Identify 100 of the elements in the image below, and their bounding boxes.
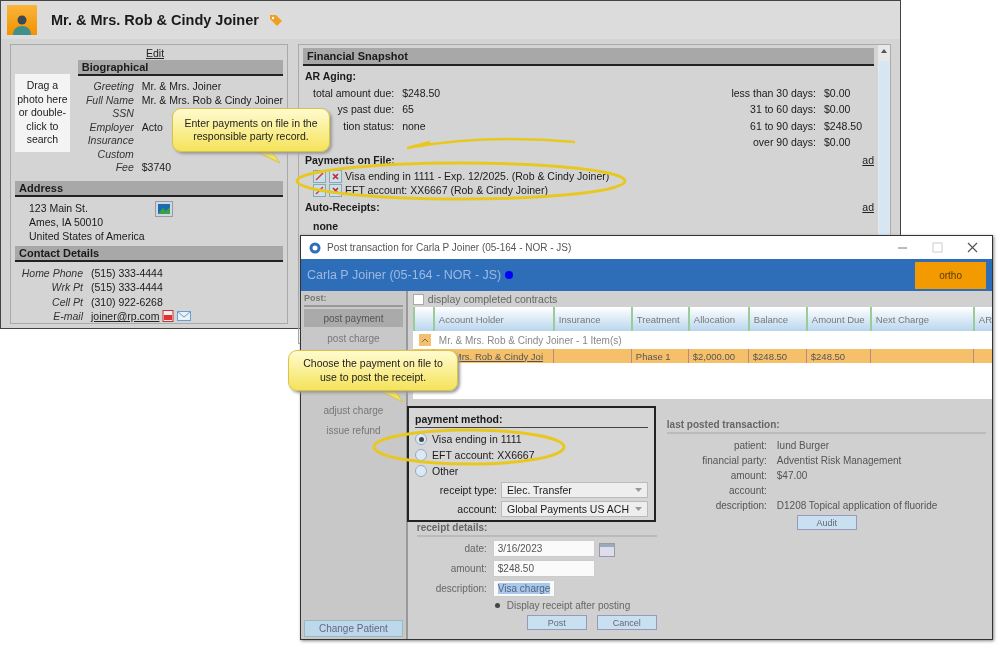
address-line: Ames, IA 50010 [29,214,105,229]
calendar-icon [598,540,615,557]
field-label: 31 to 60 days: [749,102,817,118]
radio-label: EFT account: XX6667 [432,449,535,461]
table-cell: $248.50 [752,350,788,362]
field-label: description: [714,499,767,513]
field-label: Fee [115,161,134,175]
field-label: financial party: [701,454,767,468]
field-label: over 90 days: [752,134,817,150]
email-icon [177,310,192,323]
section-heading: last posted transaction: [666,419,986,434]
field-label: less than 30 days: [731,86,817,101]
field-value: 65 [402,102,415,118]
radio-label: Visa ending in 1111 [432,433,522,445]
description-field[interactable]: Visa charge [492,580,556,597]
field-value: $47.00 [776,469,809,483]
dropdown[interactable]: Elec. Transfer [501,482,648,498]
group-label: Mr. & Mrs. Rob & Cindy Joiner - 1 Item(s) [438,334,622,346]
field-label: Custom [97,147,134,161]
column-header[interactable]: AR [972,307,992,331]
checkbox[interactable] [412,293,424,305]
email-link[interactable]: joiner@rp.com [91,309,160,324]
section-heading: Financial Snapshot [303,48,874,66]
map-icon [154,200,173,217]
scroll-up-icon [880,48,888,54]
auto-receipts-value: none [312,219,340,235]
field-label: amount: [729,469,767,483]
callout: Enter payments on file in the responsible party record. [172,108,330,152]
document-icon [162,310,175,323]
payment-method: Visa ending in 1111 - Exp. 12/2025. (Rob & Cindy Joiner) [345,169,610,184]
field-value: $0.00 [824,134,852,150]
table-cell: $2,000.00 [692,350,736,362]
field-label: E-mail [53,309,83,324]
callout-pointer [255,151,281,164]
photo-drop-area[interactable]: Drag a photo here or double-click to search [15,74,70,152]
ortho-button[interactable]: ortho [915,261,986,289]
expand-icon [418,334,431,346]
column-header[interactable]: Amount Due [805,307,870,331]
sidebar-heading: Post: [304,293,403,307]
field-label: account: [456,503,497,515]
column-header[interactable]: Balance [747,307,806,331]
input-field[interactable]: $248.50 [492,560,595,577]
caret-icon [635,488,642,492]
dialog-title: Post transaction for Carla P Joiner (05-164 - NOR - JS) [327,242,572,253]
change-patient-button[interactable]: Change Patient [304,620,403,637]
field-value: D1208 Topical application of fluoride [776,499,939,513]
sidebar-item[interactable]: issue refund [304,421,403,439]
field-value: (310) 922-6268 [91,294,163,309]
field-value: none [402,118,427,134]
field-value: (515) 333-4444 [91,265,163,280]
status-dot-icon [505,271,514,279]
subheading: AR Aging: [305,70,357,82]
subheading: Auto-Receipts: [305,201,380,214]
column-header[interactable]: Treatment [630,307,688,331]
column-header[interactable]: Next Charge [869,307,973,331]
field-label: Greeting [93,80,134,94]
subheading: Payments on File: [305,154,395,167]
dialog-button[interactable]: Cancel [596,615,657,630]
column-header[interactable]: Account Holder [432,307,553,331]
add-link[interactable]: ad [862,153,874,166]
field-label: Full Name [85,93,134,107]
address-line: 123 Main St. [29,200,89,215]
column-header[interactable]: Insurance [552,307,631,331]
field-value: $0.00 [824,102,852,118]
field-label: Wrk Pt [51,280,83,295]
field-value: Mr. & Mrs. Joiner [141,80,222,94]
field-label: patient: [733,439,767,453]
section-heading: Address [15,180,283,197]
field-label: receipt type: [438,484,497,496]
sidebar-item[interactable]: post charge [304,329,403,347]
dialog-button[interactable]: Post [526,615,587,630]
field-label: amount: [449,563,487,574]
field-value: $248.50 [402,86,441,101]
audit-button[interactable]: Audit [796,515,857,530]
sidebar-item[interactable]: post payment [304,309,403,327]
field-label: total amount due: [313,86,395,101]
column-header[interactable]: Allocation [687,307,748,331]
field-value: Adventist Risk Management [776,454,903,468]
edit-link[interactable]: Edit [145,47,165,59]
checkbox-label: Display receipt after posting [506,600,631,611]
patient-name: Carla P Joiner (05-164 - NOR - JS) [307,268,502,282]
checkbox-label: display completed contracts [427,293,558,305]
sidebar-item[interactable]: adjust charge [304,401,403,419]
tag-icon [268,13,283,27]
close-icon [967,242,978,253]
field-label: Employer [89,120,134,134]
field-label: description: [434,583,487,594]
radio-button[interactable] [415,449,427,461]
field-value: $3740 [141,161,171,175]
field-label: date: [463,543,487,554]
field-value: Acto [141,120,163,134]
input-field[interactable]: 3/16/2023 [492,540,595,557]
add-link[interactable]: ad [862,200,874,213]
radio-button[interactable] [415,465,427,477]
field-label: ys past due: [336,102,395,118]
field-label: account: [728,484,767,498]
section-heading: payment method: [415,413,648,428]
field-value: Iund Burger [776,439,831,453]
person-icon [12,13,32,35]
dropdown[interactable]: Global Payments US ACH [501,501,648,517]
